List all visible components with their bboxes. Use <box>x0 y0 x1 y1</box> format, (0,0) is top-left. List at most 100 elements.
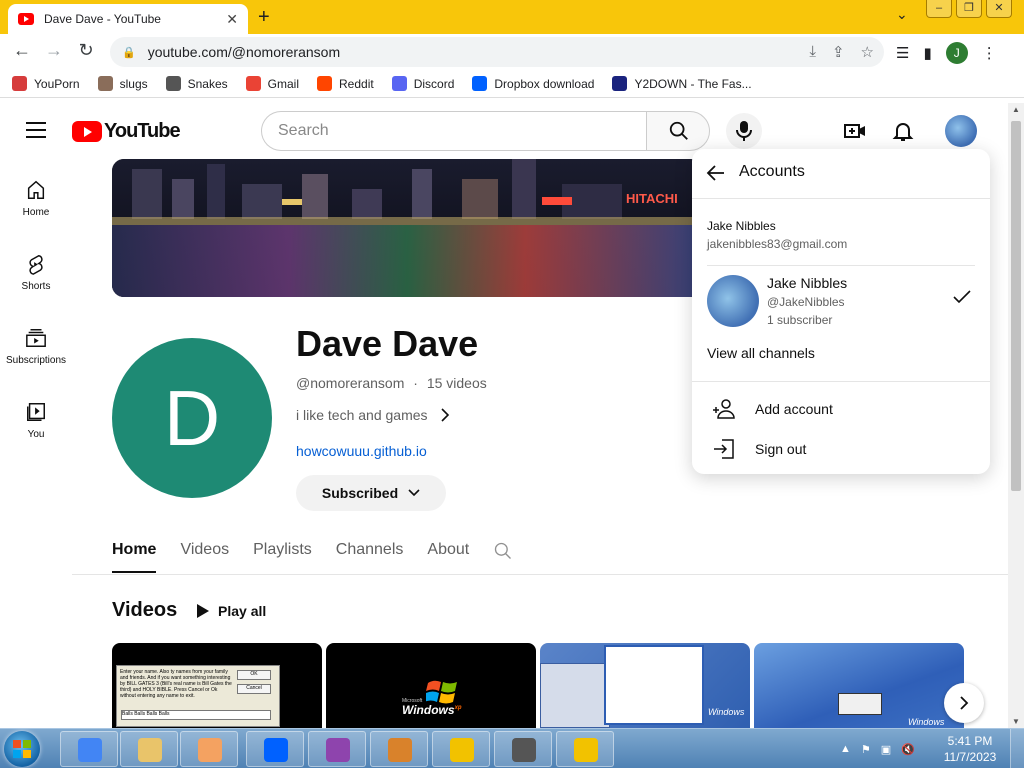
channel-account-name[interactable]: Jake Nibbles <box>767 275 847 291</box>
search-input[interactable]: Search <box>261 111 647 151</box>
video-count: 15 videos <box>426 375 487 391</box>
channel-search-icon[interactable] <box>493 541 513 561</box>
sidebar-label: Home <box>22 207 50 218</box>
bookmark-item[interactable]: Snakes <box>165 76 228 91</box>
start-button[interactable] <box>4 731 40 767</box>
view-all-channels-link[interactable]: View all channels <box>707 345 815 361</box>
side-panel-icon[interactable]: ▮ <box>923 44 931 62</box>
tab-videos[interactable]: Videos <box>180 533 229 573</box>
taskbar-item[interactable] <box>494 731 552 767</box>
close-window-icon[interactable]: ✕ <box>986 0 1012 18</box>
new-tab-icon[interactable]: + <box>258 6 270 29</box>
menu-icon[interactable] <box>26 122 46 138</box>
sign-out-item[interactable]: Sign out <box>692 429 990 469</box>
voice-search-button[interactable] <box>726 113 762 149</box>
bookmark-item[interactable]: Gmail <box>245 76 299 91</box>
reload-icon[interactable]: ↻ <box>74 40 98 61</box>
taskbar-item[interactable] <box>370 731 428 767</box>
reading-list-icon[interactable]: ☰ <box>896 44 909 62</box>
youtube-logo[interactable]: YouTube <box>72 120 181 143</box>
taskbar-item[interactable] <box>556 731 614 767</box>
taskbar-item[interactable] <box>60 731 118 767</box>
scrollbar-thumb[interactable] <box>1011 121 1021 491</box>
bookmark-item[interactable]: slugs <box>97 76 148 91</box>
back-icon[interactable]: ← <box>10 40 34 61</box>
account-avatar[interactable] <box>945 115 977 147</box>
chrome-icon <box>78 738 102 762</box>
bookmark-favicon-icon <box>245 76 261 91</box>
menu-kebab-icon[interactable]: ⋮ <box>982 44 997 62</box>
taskbar-item[interactable] <box>308 731 366 767</box>
channel-account-avatar[interactable] <box>707 275 759 327</box>
show-desktop-button[interactable] <box>1010 729 1024 768</box>
play-all-button[interactable]: Play all <box>196 599 266 623</box>
youtube-favicon-icon <box>18 13 34 25</box>
forward-icon[interactable]: → <box>42 40 66 61</box>
bookmark-item[interactable]: Dropbox download <box>472 76 594 91</box>
close-tab-icon[interactable]: ✕ <box>226 11 238 28</box>
bookmarks-bar: YouPorn slugs Snakes Gmail Reddit Discord Drop… <box>0 70 1024 98</box>
subscribed-button[interactable]: Subscribed <box>296 475 446 511</box>
bookmark-item[interactable]: Y2DOWN - The Fas... <box>612 76 752 91</box>
page-scrollbar[interactable]: ▲ ▼ <box>1008 103 1024 728</box>
bookmark-item[interactable]: YouPorn <box>12 76 80 91</box>
bookmark-item[interactable]: Discord <box>391 76 454 91</box>
tab-home[interactable]: Home <box>112 533 157 573</box>
show-hidden-icons-icon[interactable]: ▲ <box>840 743 851 755</box>
restore-icon[interactable]: ❐ <box>956 0 982 18</box>
description-text: i like tech and games <box>296 407 428 423</box>
search-button[interactable] <box>646 111 710 151</box>
channel-handle: @nomoreransom <box>296 375 405 391</box>
taskbar-item[interactable] <box>432 731 490 767</box>
shelf-next-button[interactable] <box>944 683 984 723</box>
channel-account-subscribers: 1 subscriber <box>767 313 833 327</box>
minimize-icon[interactable]: – <box>926 0 952 18</box>
create-video-icon[interactable] <box>843 119 867 143</box>
taskbar-item[interactable] <box>180 731 238 767</box>
chevron-right-icon <box>960 696 969 710</box>
install-icon[interactable]: ⤓ <box>809 43 816 61</box>
chevron-down-icon[interactable]: ⌄ <box>896 6 908 23</box>
video-thumbnail[interactable]: Windows <box>540 643 750 728</box>
channel-link[interactable]: howcowuuu.github.io <box>296 443 427 459</box>
video-thumbnail[interactable]: Enter your name. Also ty names from your… <box>112 643 322 728</box>
lock-icon: 🔒 <box>122 46 136 59</box>
taskbar-item[interactable] <box>120 731 178 767</box>
share-icon[interactable]: ⇪ <box>832 43 845 61</box>
action-center-flag-icon[interactable]: ⚑ <box>861 743 871 756</box>
network-icon[interactable]: ▣ <box>881 743 891 756</box>
volume-muted-icon[interactable]: 🔇 <box>901 743 915 756</box>
play-all-label: Play all <box>218 603 267 619</box>
tab-about[interactable]: About <box>427 533 469 573</box>
sidebar-item-you[interactable]: You <box>0 401 72 440</box>
tab-playlists[interactable]: Playlists <box>253 533 312 573</box>
bookmark-favicon-icon <box>612 76 628 91</box>
product-name: Windows <box>402 703 455 717</box>
thumbnail-cancel-button: Cancel <box>237 684 271 694</box>
channel-description[interactable]: i like tech and games <box>296 407 450 423</box>
window-controls: – ❐ ✕ <box>926 0 1012 18</box>
browser-tab[interactable]: Dave Dave - YouTube ✕ <box>8 4 248 34</box>
taskbar-clock[interactable]: 5:41 PM 11/7/2023 <box>940 733 1000 765</box>
address-bar[interactable]: 🔒 youtube.com/@nomoreransom ⤓ ⇪ ☆ <box>110 37 884 67</box>
sidebar-item-home[interactable]: Home <box>0 179 72 218</box>
tab-title: Dave Dave - YouTube <box>44 12 161 26</box>
account-email: jakenibbles83@gmail.com <box>707 237 848 251</box>
taskbar-item[interactable] <box>246 731 304 767</box>
video-thumbnail[interactable]: Windows <box>754 643 964 728</box>
video-thumbnail[interactable]: Microsoft Windowsxp <box>326 643 536 728</box>
sidebar-item-subscriptions[interactable]: Subscriptions <box>0 327 72 366</box>
add-account-item[interactable]: Add account <box>692 389 990 429</box>
sidebar-item-shorts[interactable]: Shorts <box>0 253 72 292</box>
scroll-up-icon[interactable]: ▲ <box>1012 105 1020 114</box>
scroll-down-icon[interactable]: ▼ <box>1012 717 1020 726</box>
bookmark-star-icon[interactable]: ☆ <box>861 43 874 61</box>
notifications-bell-icon[interactable] <box>891 119 915 143</box>
bookmark-item[interactable]: Reddit <box>317 76 374 91</box>
tab-channels[interactable]: Channels <box>336 533 404 573</box>
channel-avatar[interactable]: D <box>112 338 272 498</box>
profile-avatar[interactable]: J <box>945 42 968 64</box>
channel-tabs: Home Videos Playlists Channels About <box>112 533 513 573</box>
explorer-icon <box>138 738 162 762</box>
back-arrow-icon[interactable] <box>706 163 726 183</box>
